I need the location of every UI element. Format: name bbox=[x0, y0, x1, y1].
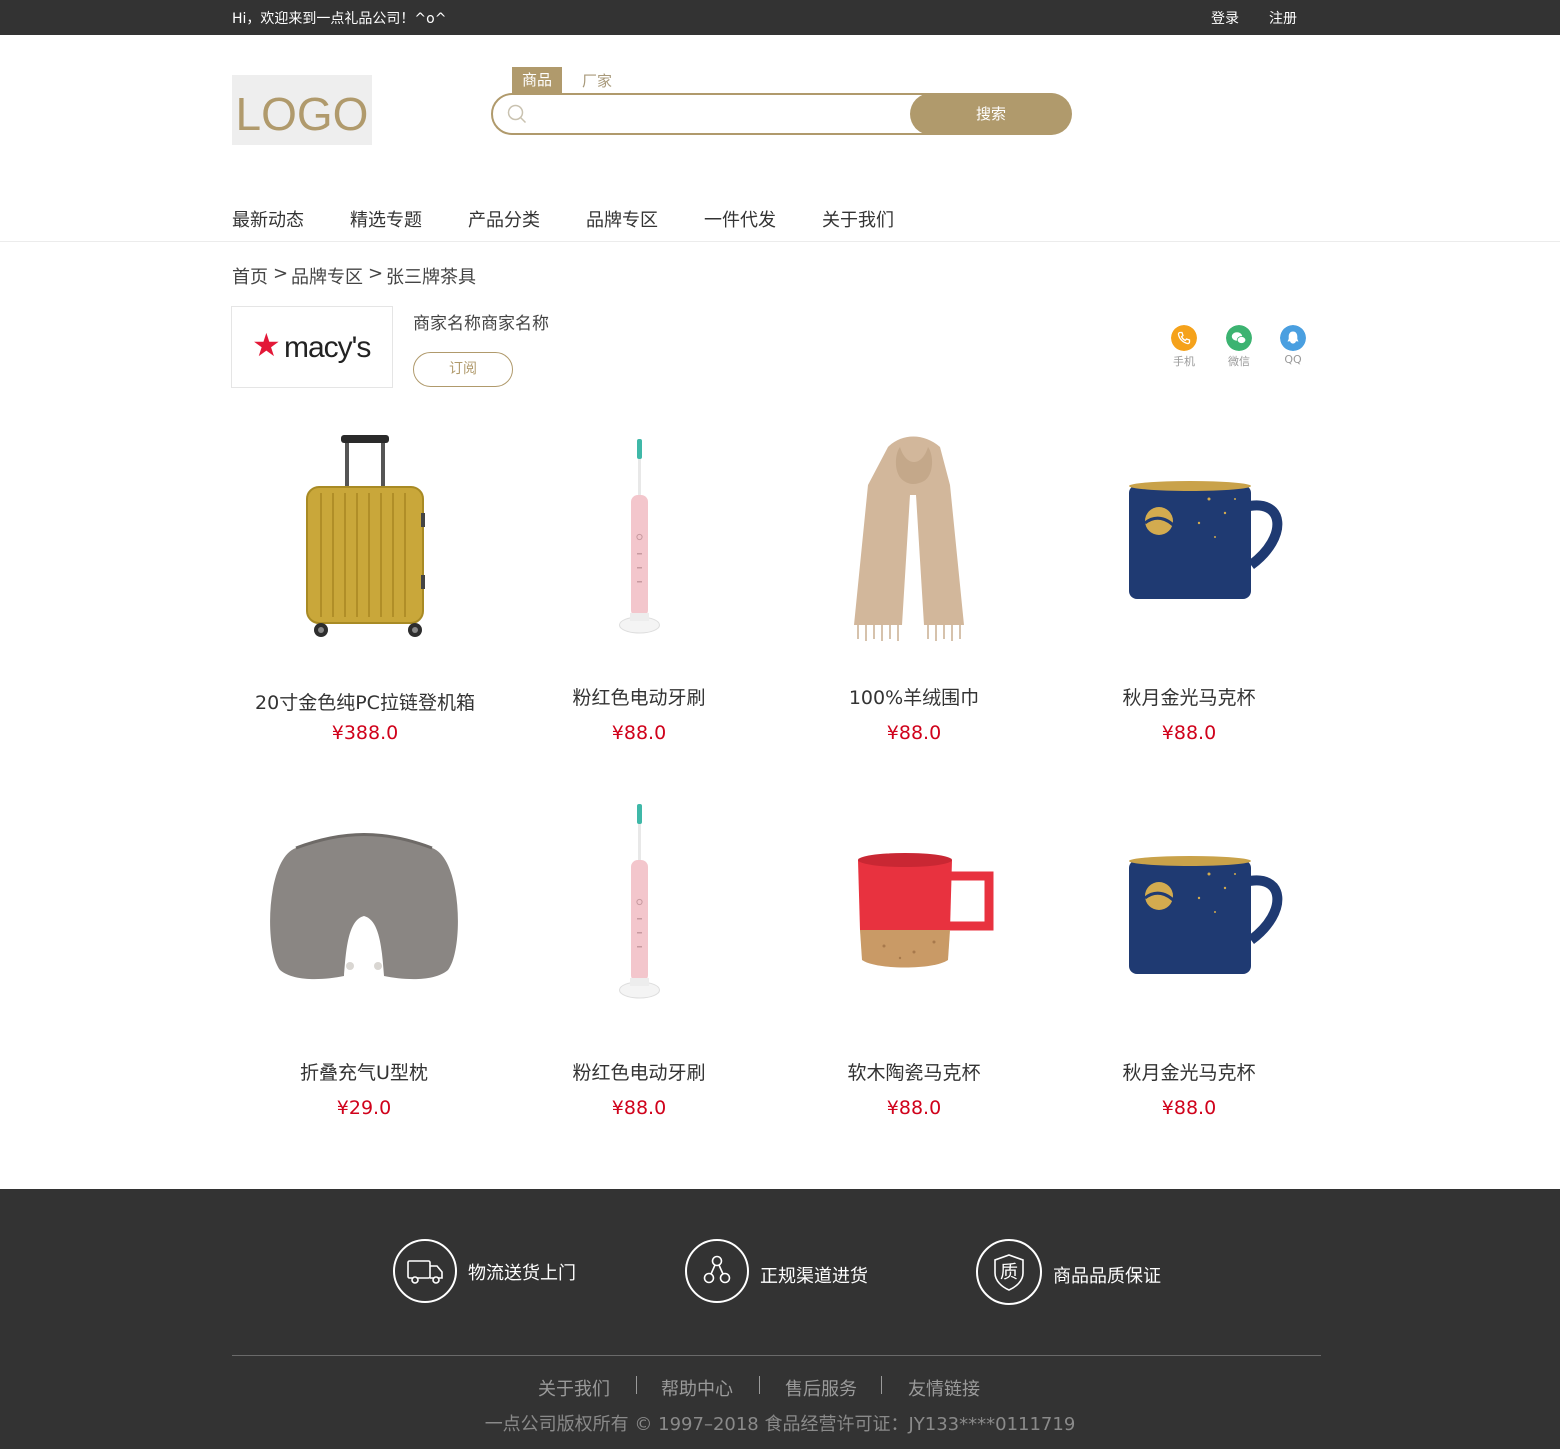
product-name: 100%羊绒围巾 bbox=[848, 687, 980, 709]
search-bar: 搜索 bbox=[491, 93, 1072, 135]
copyright-text: 一点公司版权所有 © 1997–2018 食品经营许可证：JY133****01… bbox=[484, 1414, 1076, 1435]
footer-link-about[interactable]: 关于我们 bbox=[538, 1375, 610, 1401]
contact-phone[interactable]: 手机 bbox=[1164, 325, 1204, 369]
footer-link-separator bbox=[636, 1376, 637, 1394]
feature-label: 物流送货上门 bbox=[468, 1263, 576, 1284]
product-name: 秋月金光马克杯 bbox=[1122, 687, 1256, 709]
breadcrumb-home[interactable]: 首页 bbox=[232, 263, 268, 289]
footer-link-separator bbox=[881, 1376, 882, 1394]
product-price: ¥29.0 bbox=[336, 1097, 392, 1119]
truck-icon bbox=[407, 1260, 443, 1284]
product-price: ¥88.0 bbox=[886, 1097, 942, 1119]
nav-item-dropship[interactable]: 一件代发 bbox=[704, 206, 776, 232]
quality-glyph: 质 bbox=[1000, 1262, 1018, 1283]
breadcrumb-brands[interactable]: 品牌专区 bbox=[291, 263, 363, 289]
feature-label: 正规渠道进货 bbox=[760, 1266, 868, 1287]
register-link[interactable]: 注册 bbox=[1269, 8, 1297, 28]
contact-label: 微信 bbox=[1228, 355, 1250, 368]
product-name: 折叠充气U型枕 bbox=[300, 1062, 428, 1084]
product-price: ¥88.0 bbox=[1161, 1097, 1217, 1119]
search-button[interactable]: 搜索 bbox=[910, 93, 1072, 135]
wechat-icon bbox=[1226, 325, 1252, 351]
star-icon: ★ bbox=[252, 326, 281, 364]
contact-wechat[interactable]: 微信 bbox=[1219, 325, 1259, 369]
product-image-blue-mug bbox=[1129, 481, 1283, 599]
product-image-grey-neck-pillow bbox=[270, 833, 458, 980]
footer-link-after-sales[interactable]: 售后服务 bbox=[785, 1375, 857, 1401]
search-tab-goods[interactable]: 商品 bbox=[512, 67, 562, 94]
product-name: 软木陶瓷马克杯 bbox=[847, 1062, 981, 1084]
merchant-name: 商家名称商家名称 bbox=[413, 314, 549, 334]
feature-icon-ring bbox=[393, 1239, 457, 1303]
product-image-gold-suitcase bbox=[306, 435, 425, 637]
product-price: ¥88.0 bbox=[886, 722, 942, 744]
main-nav: 最新动态 精选专题 产品分类 品牌专区 一件代发 关于我们 bbox=[0, 190, 1560, 242]
subscribe-button[interactable]: 订阅 bbox=[413, 352, 513, 387]
product-image-pink-toothbrush bbox=[619, 804, 660, 999]
breadcrumb-separator: > bbox=[368, 263, 384, 284]
phone-icon bbox=[1171, 325, 1197, 351]
footer-link-separator bbox=[759, 1376, 760, 1394]
footer-link-help[interactable]: 帮助中心 bbox=[661, 1375, 733, 1401]
product-image-red-cork-mug bbox=[858, 853, 994, 968]
site-logo[interactable]: LOGO bbox=[232, 75, 372, 145]
contact-label: 手机 bbox=[1173, 355, 1195, 368]
nav-item-brands[interactable]: 品牌专区 bbox=[586, 206, 658, 232]
footer: 物流送货上门 正规渠道进货 质 商品品质保证 关于我们 帮助中心 售后服务 友情… bbox=[0, 1189, 1560, 1449]
product-name: 20寸金色纯PC拉链登机箱 bbox=[255, 692, 475, 714]
feature-icon-ring bbox=[685, 1239, 749, 1303]
product-price: ¥88.0 bbox=[611, 1097, 667, 1119]
feature-icon-ring: 质 bbox=[976, 1239, 1042, 1305]
product-price: ¥88.0 bbox=[1161, 722, 1217, 744]
product-name: 粉红色电动牙刷 bbox=[572, 1062, 706, 1084]
contact-qq[interactable]: QQ bbox=[1273, 325, 1313, 366]
product-image-beige-scarf bbox=[854, 436, 964, 641]
breadcrumb-separator: > bbox=[273, 263, 289, 284]
logo-text: LOGO bbox=[235, 88, 369, 140]
welcome-text: Hi，欢迎来到一点礼品公司！^o^ bbox=[232, 11, 447, 27]
footer-link-friends[interactable]: 友情链接 bbox=[908, 1375, 980, 1401]
merchant-logo: ★ macy's bbox=[231, 306, 393, 388]
product-name: 秋月金光马克杯 bbox=[1122, 1062, 1256, 1084]
footer-divider bbox=[232, 1355, 1321, 1356]
search-tab-factory[interactable]: 厂家 bbox=[582, 70, 612, 91]
merchant-logo-text: macy's bbox=[284, 331, 371, 364]
top-bar: Hi，欢迎来到一点礼品公司！^o^ 登录 注册 bbox=[0, 0, 1560, 35]
breadcrumb-current: 张三牌茶具 bbox=[386, 267, 476, 288]
nav-item-categories[interactable]: 产品分类 bbox=[468, 206, 540, 232]
product-image-blue-mug bbox=[1129, 856, 1283, 974]
network-icon bbox=[703, 1255, 731, 1284]
contact-label: QQ bbox=[1284, 353, 1302, 366]
nav-item-news[interactable]: 最新动态 bbox=[232, 206, 304, 232]
login-link[interactable]: 登录 bbox=[1211, 8, 1239, 28]
product-price: ¥388.0 bbox=[331, 722, 399, 744]
feature-label: 商品品质保证 bbox=[1053, 1266, 1161, 1287]
nav-item-about[interactable]: 关于我们 bbox=[822, 206, 894, 232]
product-price: ¥88.0 bbox=[611, 722, 667, 744]
product-name: 粉红色电动牙刷 bbox=[572, 687, 706, 709]
search-icon bbox=[507, 104, 527, 124]
nav-item-topics[interactable]: 精选专题 bbox=[350, 206, 422, 232]
product-image-pink-toothbrush bbox=[619, 439, 660, 634]
qq-icon bbox=[1280, 325, 1306, 351]
search-input[interactable] bbox=[537, 100, 897, 128]
